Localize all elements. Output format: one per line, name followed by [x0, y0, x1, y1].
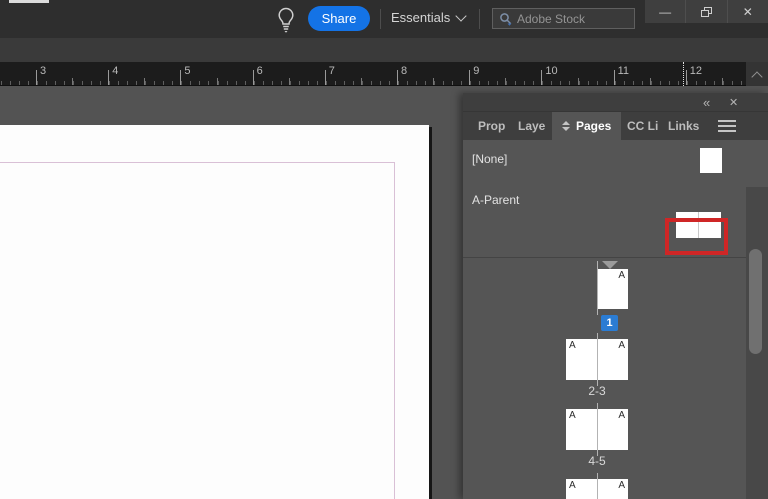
chevron-down-icon [456, 10, 467, 21]
workspace-label: Essentials [391, 10, 450, 25]
tab-layers[interactable]: Laye [518, 112, 545, 140]
page-shadow [429, 127, 432, 499]
horizontal-ruler[interactable]: 3 4 5 6 7 8 9 10 11 12 [0, 62, 768, 86]
chevron-up-icon [751, 71, 762, 82]
minimize-button[interactable]: — [645, 0, 685, 23]
parent-prefix: A [569, 410, 576, 421]
parent-label: [None] [472, 152, 507, 166]
tab-properties[interactable]: Prop [478, 112, 505, 140]
spread-page-numbers: 2-3 [566, 384, 628, 398]
parent-row-a-parent[interactable]: A-Parent [463, 175, 746, 207]
parent-prefix: A [618, 340, 625, 351]
ruler-unit-label: 4 [112, 65, 118, 77]
panel-collapse-icon[interactable]: « [703, 95, 710, 110]
parent-prefix: A [618, 270, 625, 281]
page-1-thumbnail[interactable]: A [598, 269, 628, 309]
panel-menu-icon[interactable] [718, 120, 736, 132]
spine-line [597, 333, 598, 386]
margin-guide-vertical [394, 162, 395, 499]
ruler-unit-label: 5 [184, 65, 190, 77]
parent-none-thumbnail[interactable] [700, 148, 722, 173]
page-1-number-badge[interactable]: 1 [601, 315, 618, 331]
menu-remnant [9, 0, 49, 3]
panel-tab-bar: Prop Laye Pages CC Li Links [463, 112, 768, 140]
page-spread[interactable]: A A 4-5 [566, 409, 628, 471]
sort-icon [562, 121, 570, 131]
search-input[interactable] [517, 12, 617, 26]
spread-page-numbers: 4-5 [566, 454, 628, 468]
panel-body: [None] A-Parent A 1 AA2-3AA4-5AA6-7 [463, 140, 768, 499]
share-button[interactable]: Share [308, 6, 370, 31]
document-page[interactable] [0, 125, 429, 499]
tab-pages-label: Pages [576, 119, 611, 133]
page-spread[interactable]: A A 2-3 [566, 339, 628, 401]
parent-prefix: A [569, 340, 576, 351]
application-band [0, 38, 768, 62]
restore-button[interactable] [685, 0, 726, 23]
panel-scrollbar-track[interactable] [746, 187, 768, 499]
page-thumbnail[interactable]: A [566, 409, 597, 450]
ruler-unit-label: 10 [545, 65, 557, 77]
page-spread[interactable]: AA6-7 [566, 479, 628, 499]
parent-row-none[interactable]: [None] [463, 143, 746, 175]
scroll-up-arrow[interactable] [746, 62, 768, 88]
panel-scrollbar-thumb[interactable] [749, 249, 762, 354]
toolbar-divider [479, 9, 480, 29]
ruler-cursor-indicator [683, 62, 684, 86]
page-thumbnail[interactable]: A [597, 339, 628, 380]
ruler-unit-label: 8 [401, 65, 407, 77]
parent-label: A-Parent [472, 193, 519, 207]
ruler-unit-label: 6 [257, 65, 263, 77]
parent-prefix: A [618, 480, 625, 491]
panel-close-icon[interactable]: ✕ [729, 96, 738, 109]
page-thumbnail[interactable]: A [597, 479, 628, 499]
ruler-unit-label: 11 [618, 65, 629, 77]
parent-prefix: A [569, 480, 576, 491]
section-divider [463, 257, 746, 258]
ruler-unit-label: 7 [329, 65, 335, 77]
panel-header: « ✕ [463, 93, 768, 112]
parent-prefix: A [618, 410, 625, 421]
tab-cc-libraries[interactable]: CC Li [627, 112, 658, 140]
pages-panel: « ✕ Prop Laye Pages CC Li Links [None] A… [463, 93, 768, 499]
indesign-window: Share Essentials — ✕ 3 4 5 6 7 8 9 10 11 12 [0, 0, 768, 499]
page-thumbnail[interactable]: A [566, 339, 597, 380]
search-icon [499, 12, 513, 26]
workspace-switcher[interactable]: Essentials [391, 10, 465, 25]
ruler-unit-label: 3 [40, 65, 46, 77]
learn-lightbulb-icon[interactable] [276, 6, 296, 32]
ruler-unit-label: 9 [473, 65, 479, 77]
adobe-stock-search[interactable] [492, 8, 635, 29]
margin-guide-horizontal [0, 162, 395, 163]
tab-pages[interactable]: Pages [552, 112, 621, 140]
tab-links[interactable]: Links [668, 112, 699, 140]
red-annotation-box [665, 218, 728, 255]
close-button[interactable]: ✕ [727, 0, 768, 23]
toolbar-divider [380, 9, 381, 29]
page-thumbnail[interactable]: A [597, 409, 628, 450]
restore-icon [701, 7, 712, 17]
page-thumbnail[interactable]: A [566, 479, 597, 499]
ruler-unit-label: 12 [690, 65, 702, 77]
window-controls: — ✕ [645, 0, 768, 23]
title-bar: Share Essentials — ✕ [0, 0, 768, 38]
spine-line [597, 403, 598, 456]
spread-selector-triangle-icon [602, 261, 618, 269]
spine-line [597, 473, 598, 499]
